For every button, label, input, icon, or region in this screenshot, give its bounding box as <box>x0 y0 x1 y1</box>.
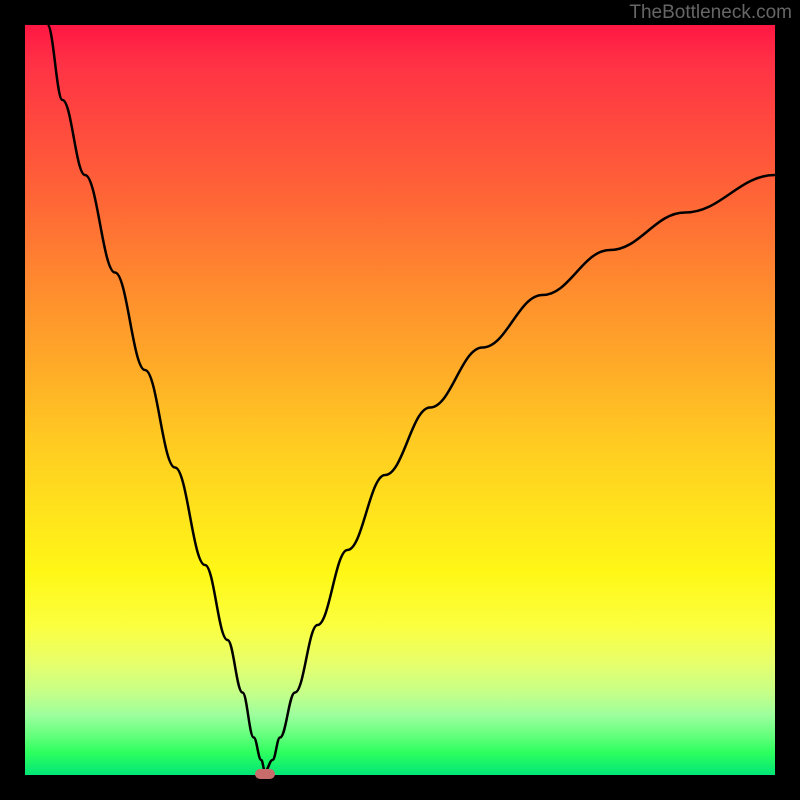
chart-container <box>25 25 775 775</box>
watermark-text: TheBottleneck.com <box>629 2 792 24</box>
bottleneck-curve <box>25 25 775 775</box>
minimum-marker <box>255 769 275 779</box>
